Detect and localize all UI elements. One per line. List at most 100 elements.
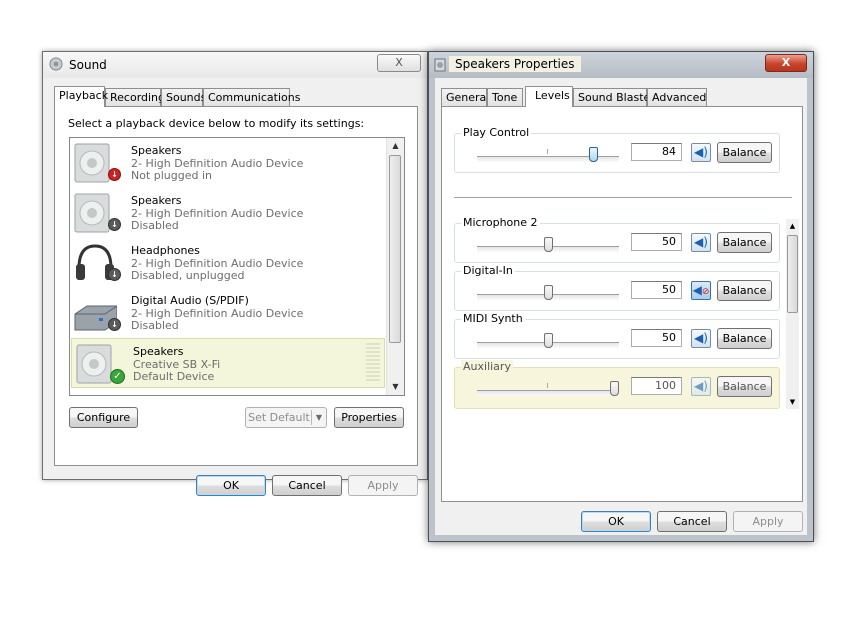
device-status: Disabled, unplugged (131, 269, 245, 282)
sound-window: Sound X Playback Recording Sounds Commun… (42, 51, 428, 496)
device-name: Headphones (131, 244, 200, 257)
level-group-microphone-2: Microphone 2 50 ◀) Balance (454, 216, 780, 263)
scrollbar-thumb[interactable] (787, 235, 798, 313)
level-value-input[interactable]: 50 (631, 281, 682, 299)
device-list-scrollbar[interactable]: ▲ ▼ (386, 138, 404, 395)
tab-playback[interactable]: Playback (54, 86, 108, 107)
slider-thumb[interactable] (589, 147, 598, 162)
apply-button[interactable]: Apply (733, 511, 803, 532)
properties-button[interactable]: Properties (334, 407, 404, 428)
set-default-button[interactable]: Set Default ▼ (245, 407, 327, 428)
level-group-auxiliary: Auxiliary 100 ◀) Balance (454, 360, 780, 409)
configure-button[interactable]: Configure (69, 407, 138, 428)
device-item-headphones[interactable]: ↓ Headphones 2- High Definition Audio De… (70, 238, 402, 288)
chevron-down-icon[interactable]: ▼ (311, 410, 326, 425)
disabled-badge-icon: ↓ (108, 318, 121, 331)
tab-recording[interactable]: Recording (105, 88, 165, 106)
level-value-input[interactable]: 100 (631, 377, 682, 395)
slider-tick (547, 383, 548, 388)
balance-button[interactable]: Balance (717, 328, 772, 349)
device-item-digital-audio[interactable]: ↓ Digital Audio (S/PDIF) 2- High Definit… (70, 288, 402, 338)
speaker-mute-icon[interactable]: ◀) (691, 329, 711, 348)
cancel-button[interactable]: Cancel (657, 511, 727, 532)
volume-slider[interactable] (477, 381, 619, 396)
device-name: Speakers (131, 144, 182, 157)
set-default-label: Set Default (248, 411, 310, 424)
level-label: MIDI Synth (461, 312, 525, 325)
tab-sounds[interactable]: Sounds (161, 88, 206, 106)
apply-button[interactable]: Apply (348, 475, 418, 496)
speakers-window-title: Speakers Properties (449, 56, 581, 72)
level-label: Microphone 2 (461, 216, 540, 229)
level-label: Auxiliary (461, 360, 513, 373)
level-value-input[interactable]: 50 (631, 329, 682, 347)
speaker-mute-icon[interactable]: ◀) (691, 233, 711, 252)
level-value-input[interactable]: 84 (631, 143, 682, 161)
device-status: Not plugged in (131, 169, 213, 182)
ok-button[interactable]: OK (196, 475, 266, 496)
balance-button[interactable]: Balance (717, 280, 772, 301)
slider-thumb[interactable] (610, 381, 619, 396)
volume-slider[interactable] (477, 147, 619, 162)
speaker-mute-icon[interactable]: ◀) (691, 143, 711, 162)
separator (454, 197, 792, 199)
volume-slider[interactable] (477, 333, 619, 348)
tab-tone[interactable]: Tone (487, 88, 523, 106)
not-plugged-icon: ↓ (108, 168, 121, 181)
device-item-speakers-hd-2[interactable]: ↓ Speakers 2- High Definition Audio Devi… (70, 188, 402, 238)
volume-slider[interactable] (477, 237, 619, 252)
scroll-up-arrow-icon[interactable]: ▲ (387, 138, 404, 154)
tab-communications[interactable]: Communications (203, 88, 300, 106)
level-label: Digital-In (461, 264, 515, 277)
scrollbar-thumb[interactable] (389, 155, 401, 343)
disabled-badge-icon: ↓ (108, 218, 121, 231)
device-name: Digital Audio (S/PDIF) (131, 294, 249, 307)
volume-slider[interactable] (477, 285, 619, 300)
tab-advanced[interactable]: Advanced (647, 88, 707, 106)
volume-meter (366, 343, 380, 383)
sound-titlebar[interactable]: Sound X (43, 52, 427, 78)
speakers-titlebar[interactable]: Speakers Properties X (429, 52, 813, 78)
slider-thumb[interactable] (544, 285, 553, 300)
slider-tick (547, 149, 548, 154)
scroll-down-arrow-icon[interactable]: ▼ (387, 379, 404, 395)
balance-button[interactable]: Balance (717, 142, 772, 163)
tab-general[interactable]: General (441, 88, 489, 106)
scroll-up-arrow-icon[interactable]: ▲ (786, 219, 799, 233)
device-list[interactable]: ↓ Speakers 2- High Definition Audio Devi… (69, 137, 405, 396)
device-status: Disabled (131, 219, 179, 232)
sound-window-title: Sound (69, 58, 107, 72)
tab-sound-blaster[interactable]: Sound Blaster (573, 88, 655, 106)
level-group-play-control: Play Control 84 ◀) Balance (454, 126, 780, 173)
device-name: Speakers (131, 194, 182, 207)
device-item-speakers-sb-xfi[interactable]: ✓ Speakers Creative SB X-Fi Default Devi… (71, 338, 385, 388)
speakers-properties-window: Speakers Properties X General Tone Level… (428, 51, 814, 542)
level-value-input[interactable]: 50 (631, 233, 682, 251)
balance-button[interactable]: Balance (717, 376, 772, 397)
device-status: Disabled (131, 319, 179, 332)
device-name: Speakers (133, 345, 184, 358)
slider-thumb[interactable] (544, 237, 553, 252)
tab-levels[interactable]: Levels (525, 86, 573, 107)
ok-button[interactable]: OK (581, 511, 651, 532)
speaker-muted-icon[interactable]: ◀⊘ (691, 281, 711, 300)
balance-button[interactable]: Balance (717, 232, 772, 253)
speakers-client: General Tone Levels Sound Blaster Advanc… (435, 78, 807, 535)
scroll-down-arrow-icon[interactable]: ▼ (786, 395, 799, 409)
speaker-mute-icon[interactable]: ◀) (691, 377, 711, 396)
speakers-close-button[interactable]: X (765, 54, 807, 72)
speaker-app-icon (434, 58, 446, 72)
levels-scrollbar[interactable]: ▲ ▼ (786, 219, 799, 409)
device-item-speakers-hd-1[interactable]: ↓ Speakers 2- High Definition Audio Devi… (70, 138, 402, 188)
levels-panel: Play Control 84 ◀) Balance Microphone 2 … (441, 106, 803, 502)
cancel-button[interactable]: Cancel (272, 475, 342, 496)
playback-panel: Select a playback device below to modify… (54, 106, 418, 466)
sound-app-icon (49, 57, 63, 71)
level-group-digital-in: Digital-In 50 ◀⊘ Balance (454, 264, 780, 311)
level-group-midi-synth: MIDI Synth 50 ◀) Balance (454, 312, 780, 359)
device-status: Default Device (133, 370, 215, 383)
sound-close-button[interactable]: X (377, 54, 421, 72)
sound-client: Playback Recording Sounds Communications… (44, 78, 426, 496)
slider-thumb[interactable] (544, 333, 553, 348)
checkmark-icon: ✓ (110, 369, 125, 384)
